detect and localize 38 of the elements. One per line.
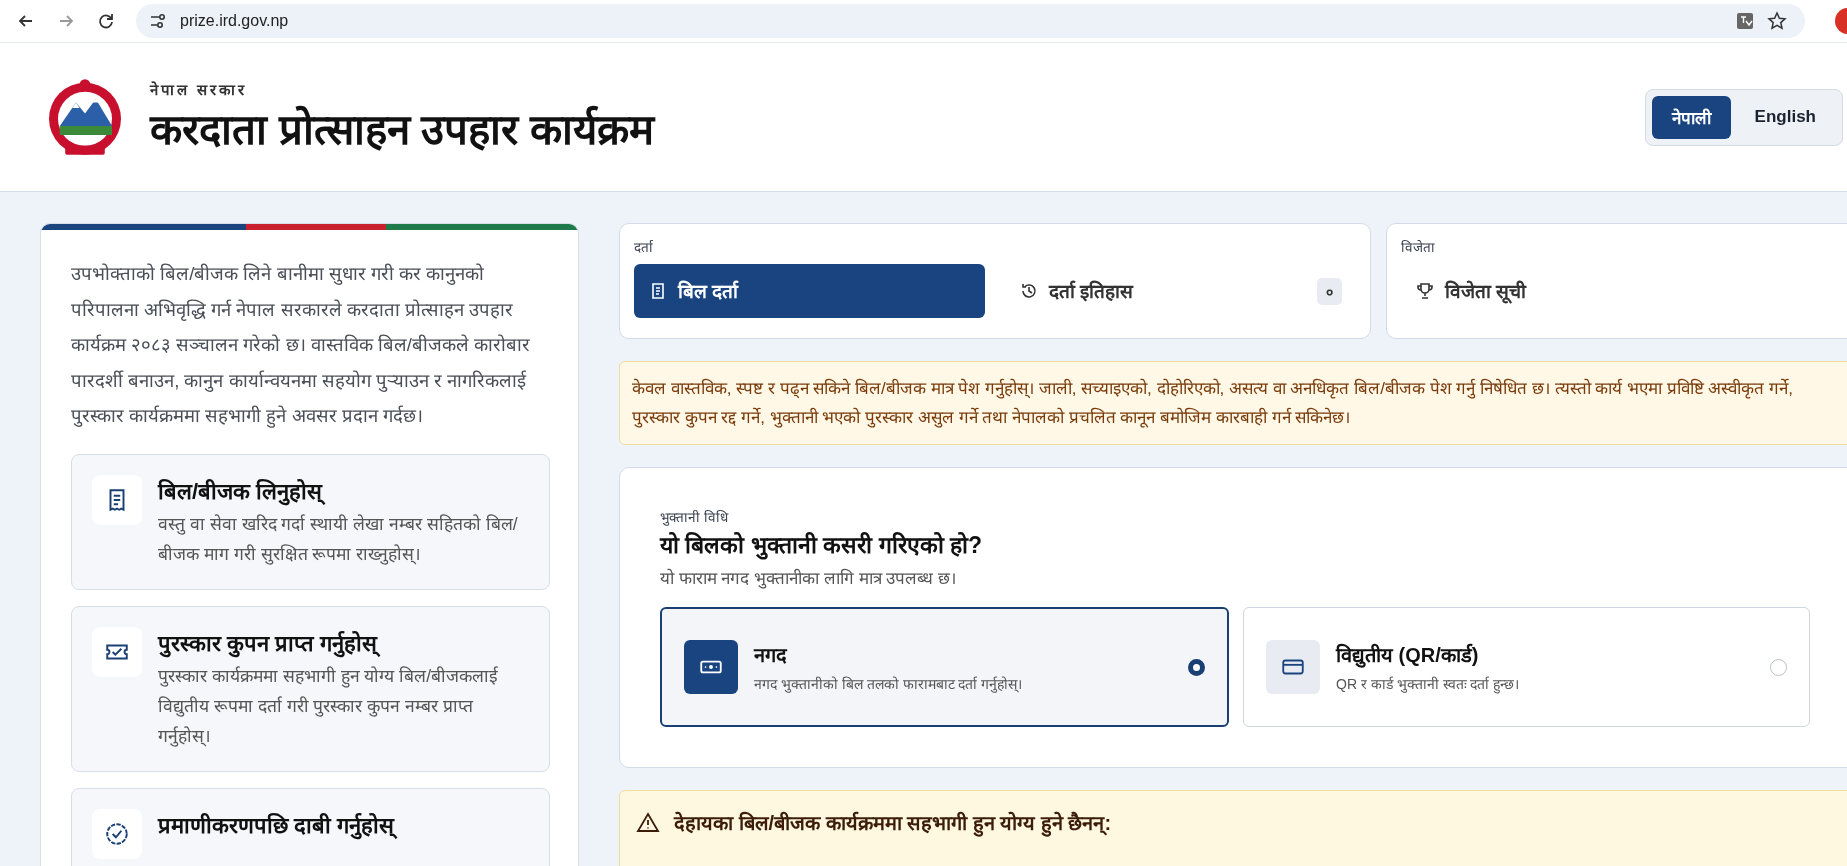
section-label: भुक्तानी विधि	[660, 509, 730, 526]
option-description: नगद भुक्तानीको बिल तलको फारामबाट दर्ता गर्नुहोस्।	[754, 675, 1024, 693]
translate-icon[interactable]	[1735, 11, 1755, 31]
government-label: नेपाल सरकार	[150, 79, 249, 99]
check-badge-icon	[104, 820, 130, 847]
option-title: नगद	[754, 643, 789, 668]
payment-option[interactable]: नगद नगद भुक्तानीको बिल तलको फारामबाट दर्ता गर्नुहोस्।	[660, 607, 1229, 727]
history-icon	[1019, 281, 1039, 301]
address-bar[interactable]: prize.ird.gov.np	[136, 4, 1805, 38]
step-description: वस्तु वा सेवा खरिद गर्दा स्थायी लेखा नम्बर सहितको बिल/बीजक माग गरी सुरक्षित रूपमा राख्नुहोस्।	[158, 512, 519, 567]
payment-option[interactable]: विद्युतीय (QR/कार्ड) QR र कार्ड भुक्तानी स्वतः दर्ता हुन्छ।	[1243, 607, 1810, 727]
option-title: विद्युतीय (QR/कार्ड)	[1336, 642, 1480, 668]
warning-icon	[636, 810, 660, 835]
warning-notice: केवल वास्तविक, स्पष्ट र पढ्न सकिने बिल/बीजक मात्र पेश गर्नुहोस्। जाली, सच्याइएको, दोहोरिएको, असत्य वा अनधिकृत बिल/बीजक पेश गर्नु निषेधित छ। त्यस्तो कार्य भएमा प्रविष्टि अस्वीकृत गर्ने, पुरस्कार कुपन रद्द गर्ने, भुक्तानी भएको पुरस्कार असुल गर्ने तथा नेपालको प्रचलित कानून बमोजिम कारबाही गर्न सकिनेछ।	[619, 361, 1847, 445]
trophy-icon	[1415, 281, 1435, 301]
nav-tab[interactable]: बिल दर्ता	[634, 264, 985, 318]
language-button[interactable]: नेपाली	[1651, 95, 1731, 139]
intro-paragraph: उपभोक्ताको बिल/बीजक लिने बानीमा सुधार गरी कर कानुनको परिपालना अभिवृद्धि गर्न नेपाल सरकारले करदाता प्रोत्साहन उपहार कार्यक्रम २०८३ सञ्चालन गरेको छ। वास्तविक बिल/बीजकले कारोबार पारदर्शी बनाउन, कानुन कार्यान्वयनमा सहयोग पुर्‍याउन र नागरिकलाई पुरस्कार कार्यक्रममा सहभागी हुने अवसर प्रदान गर्दछ।	[71, 262, 532, 430]
nav-tab[interactable]: दर्ता इतिहास ०	[1005, 264, 1356, 318]
step-description: पुरस्कार कार्यक्रममा सहभागी हुन योग्य बिल/बीजकलाई विद्युतीय रूपमा दर्ता गरी पुरस्कार कुपन नम्बर प्राप्त गर्नुहोस्।	[158, 664, 500, 749]
section-label: विजेता	[1401, 239, 1436, 256]
step-title: पुरस्कार कुपन प्राप्त गर्नुहोस्	[158, 626, 529, 657]
step-title: बिल/बीजक लिनुहोस्	[158, 474, 529, 505]
url-text: prize.ird.gov.np	[180, 12, 289, 30]
ineligible-heading: देहायका बिल/बीजक कार्यक्रममा सहभागी हुन योग्य हुने छैनन्:	[674, 809, 1112, 836]
program-title: करदाता प्रोत्साहन उपहार कार्यक्रम	[150, 104, 654, 155]
nav-tab[interactable]: विजेता सूची	[1401, 264, 1721, 318]
payment-hint: यो फाराम नगद भुक्तानीका लागि मात्र उपलब्ध छ।	[660, 567, 958, 589]
radio-button[interactable]	[1188, 658, 1205, 676]
option-description: QR र कार्ड भुक्तानी स्वतः दर्ता हुन्छ।	[1336, 675, 1521, 693]
payment-question: यो बिलको भुक्तानी कसरी गरिएको हो?	[660, 531, 983, 560]
language-button[interactable]: English	[1734, 95, 1836, 139]
site-info-icon[interactable]	[148, 11, 168, 31]
count-badge: ०	[1317, 277, 1342, 305]
radio-button[interactable]	[1770, 658, 1787, 676]
bookmark-star-icon[interactable]	[1767, 11, 1787, 31]
section-label: दर्ता	[634, 239, 654, 256]
reload-icon[interactable]	[96, 11, 116, 31]
